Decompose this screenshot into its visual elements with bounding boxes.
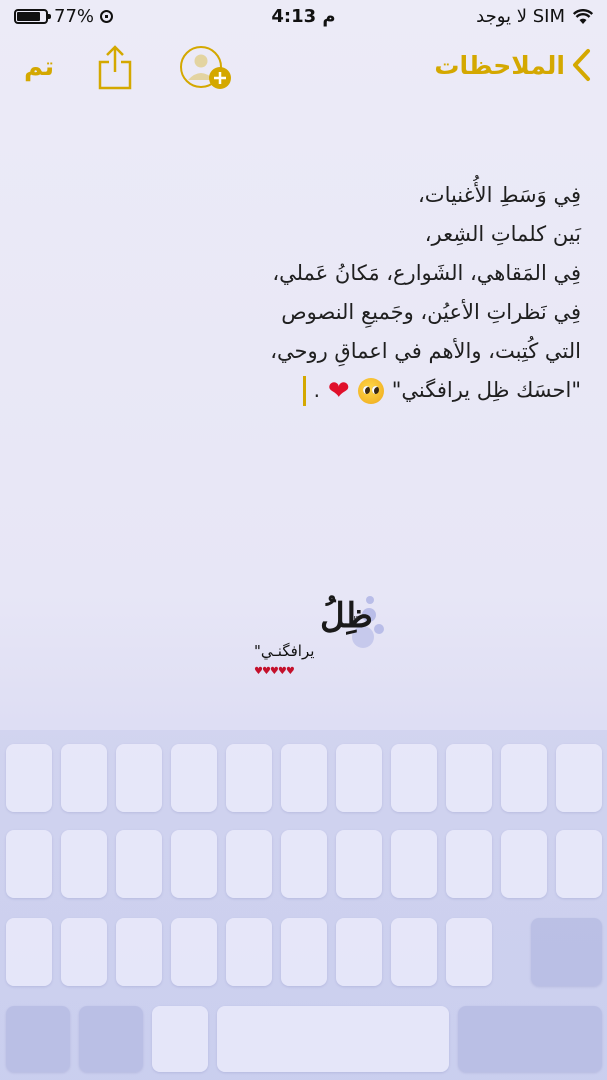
keyboard-key[interactable] bbox=[6, 744, 52, 812]
keyboard-mic-key[interactable] bbox=[152, 1006, 208, 1072]
keyboard-key[interactable] bbox=[281, 918, 327, 986]
note-text-area[interactable]: فِي وَسَطِ الأُغنيات، بَين كلماتِ الشِعر… bbox=[161, 176, 581, 410]
keyboard-key[interactable] bbox=[281, 830, 327, 898]
watermark: ظِلُ " يرافگنـي" ♥♥♥♥♥ bbox=[240, 596, 390, 691]
keyboard[interactable] bbox=[0, 730, 607, 1080]
keyboard-key[interactable] bbox=[6, 830, 52, 898]
done-button[interactable]: تم bbox=[24, 52, 54, 82]
keyboard-delete-key[interactable] bbox=[531, 918, 602, 986]
nav-bar: تم الملاحظات bbox=[0, 36, 607, 102]
chevron-left-icon bbox=[573, 49, 590, 81]
keyboard-key[interactable] bbox=[61, 830, 107, 898]
keyboard-key[interactable] bbox=[556, 744, 602, 812]
watermark-quote: " bbox=[353, 614, 359, 628]
keyboard-key[interactable] bbox=[336, 744, 382, 812]
back-label: الملاحظات bbox=[434, 50, 565, 80]
status-right: لا يوجد SIM bbox=[476, 6, 593, 27]
keyboard-key[interactable] bbox=[116, 830, 162, 898]
keyboard-key[interactable] bbox=[281, 744, 327, 812]
note-line-2: بَين كلماتِ الشِعر، bbox=[424, 222, 581, 246]
note-line-6-text: "احسَك ظِل يرافگني" bbox=[391, 378, 581, 402]
note-line-3: فِي المَقاهي، الشَوارع، مَكانُ عَملي، bbox=[272, 261, 581, 285]
share-icon[interactable] bbox=[96, 44, 134, 90]
keyboard-key[interactable] bbox=[171, 918, 217, 986]
wifi-icon bbox=[573, 8, 593, 24]
keyboard-key[interactable] bbox=[391, 830, 437, 898]
status-bar: 77% 4:13 م لا يوجد SIM bbox=[0, 0, 607, 34]
keyboard-key[interactable] bbox=[226, 830, 272, 898]
pleading-face-icon bbox=[357, 377, 384, 404]
keyboard-key[interactable] bbox=[61, 744, 107, 812]
keyboard-space-key[interactable] bbox=[217, 1006, 449, 1072]
keyboard-key[interactable] bbox=[171, 744, 217, 812]
keyboard-key[interactable] bbox=[61, 918, 107, 986]
keyboard-key[interactable] bbox=[226, 744, 272, 812]
keyboard-key[interactable] bbox=[116, 918, 162, 986]
keyboard-key[interactable] bbox=[501, 744, 547, 812]
text-cursor bbox=[302, 375, 306, 406]
keyboard-key[interactable] bbox=[171, 830, 217, 898]
watermark-hearts: ♥♥♥♥♥ bbox=[254, 666, 295, 677]
carrier-label: لا يوجد SIM bbox=[476, 6, 565, 27]
keyboard-key[interactable] bbox=[6, 918, 52, 986]
note-line-4: فِي نَظراتِ الأعيُن، وجَميعِ النصوص bbox=[281, 300, 581, 324]
keyboard-key[interactable] bbox=[226, 918, 272, 986]
keyboard-return-key[interactable] bbox=[458, 1006, 602, 1072]
watermark-title: ظِلُ bbox=[320, 596, 373, 636]
keyboard-key[interactable] bbox=[391, 918, 437, 986]
keyboard-globe-key[interactable] bbox=[79, 1006, 143, 1072]
keyboard-key[interactable] bbox=[446, 918, 492, 986]
keyboard-key[interactable] bbox=[336, 830, 382, 898]
keyboard-key[interactable] bbox=[116, 744, 162, 812]
trailing-dot: . bbox=[313, 378, 320, 402]
keyboard-key[interactable] bbox=[446, 830, 492, 898]
keyboard-key[interactable] bbox=[336, 918, 382, 986]
keyboard-key[interactable] bbox=[391, 744, 437, 812]
back-button[interactable]: الملاحظات bbox=[434, 48, 593, 82]
keyboard-mode-key[interactable] bbox=[6, 1006, 70, 1072]
keyboard-key[interactable] bbox=[556, 830, 602, 898]
notes-screen: 77% 4:13 م لا يوجد SIM تم الملاحظات فِي … bbox=[0, 0, 607, 1080]
red-heart-icon: ❤ bbox=[327, 375, 350, 406]
keyboard-key[interactable] bbox=[501, 830, 547, 898]
note-line-5: التي كُتِبت، والأهم في اعماقِ روحي، bbox=[270, 339, 581, 363]
note-line-6: "احسَك ظِل يرافگني" ❤ . bbox=[161, 371, 581, 410]
note-line-1: فِي وَسَطِ الأُغنيات، bbox=[418, 183, 581, 207]
keyboard-key[interactable] bbox=[446, 744, 492, 812]
watermark-subtitle: يرافگنـي" bbox=[254, 642, 315, 660]
add-contact-icon[interactable] bbox=[178, 46, 234, 92]
